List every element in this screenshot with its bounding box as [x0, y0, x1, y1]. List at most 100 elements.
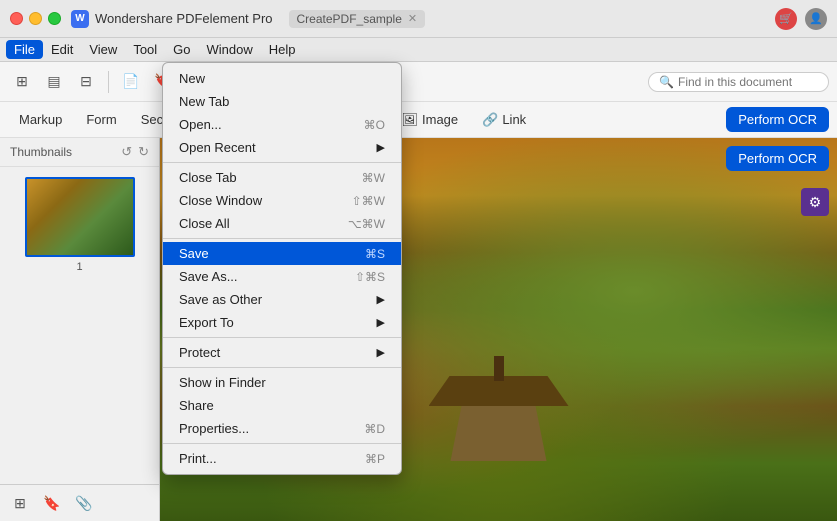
- sidebar-controls: ↺ ↻: [121, 144, 149, 160]
- menu-item-shortcut: ⌘D: [364, 422, 385, 436]
- sidebar-title: Thumbnails: [10, 145, 72, 159]
- sidebar-tool-3[interactable]: 📎: [70, 489, 98, 517]
- menu-item-shortcut: ⌘W: [362, 171, 385, 185]
- menu-item-close-tab[interactable]: Close Tab⌘W: [163, 166, 401, 189]
- traffic-lights: [10, 12, 61, 25]
- menu-tool[interactable]: Tool: [125, 40, 165, 59]
- menu-item-new[interactable]: New: [163, 67, 401, 90]
- main-content: Thumbnails ↺ ↻ 1 ⊞ 🔖 📎: [0, 138, 837, 521]
- link-icon: 🔗: [482, 112, 498, 128]
- layout-view-icon[interactable]: ▤: [40, 68, 68, 96]
- sidebar-redo-icon[interactable]: ↻: [138, 144, 149, 160]
- toolbar-main: ⊞ ▤ ⊟ 📄 🔖 67% ▼ 🔍: [0, 62, 837, 102]
- perform-ocr-button[interactable]: Perform OCR: [726, 107, 829, 132]
- menu-separator: [163, 337, 401, 338]
- menu-item-save-as-other[interactable]: Save as Other ▶: [163, 288, 401, 311]
- menu-item-share[interactable]: Share: [163, 394, 401, 417]
- tab-close-button[interactable]: ✕: [408, 12, 417, 25]
- submenu-arrow-icon: ▶: [377, 293, 385, 306]
- perform-ocr-button-2[interactable]: Perform OCR: [726, 146, 829, 171]
- tab-name: CreatePDF_sample: [297, 12, 402, 26]
- menu-item-shortcut: ⌘P: [365, 452, 385, 466]
- menu-item-print[interactable]: Print... ⌘P: [163, 447, 401, 470]
- minimize-button[interactable]: [29, 12, 42, 25]
- form-tab[interactable]: Form: [75, 107, 127, 132]
- menu-item-label: Save as Other: [179, 292, 262, 307]
- menu-window[interactable]: Window: [199, 40, 261, 59]
- menu-item-label: Close Window: [179, 193, 262, 208]
- toolbar1-right: 🔍: [648, 72, 829, 92]
- markup-tab[interactable]: Markup: [8, 107, 73, 132]
- menu-item-label: Properties...: [179, 421, 249, 436]
- menu-item-label: Save As...: [179, 269, 238, 284]
- menu-item-save-as[interactable]: Save As... ⇧⌘S: [163, 265, 401, 288]
- app-title: Wondershare PDFelement Pro: [95, 11, 273, 26]
- submenu-arrow-icon: ▶: [377, 346, 385, 359]
- titlebar-profile-icon[interactable]: 👤: [805, 8, 827, 30]
- thumbnail-image: [27, 179, 133, 255]
- link-btn[interactable]: 🔗 Link: [471, 107, 537, 133]
- menu-item-open-recent[interactable]: Open Recent ▶: [163, 136, 401, 159]
- menu-item-label: Close All: [179, 216, 230, 231]
- menu-item-show-in-finder[interactable]: Show in Finder: [163, 371, 401, 394]
- sidebar-tool-1[interactable]: ⊞: [6, 489, 34, 517]
- titlebar-right: 🛒 👤: [775, 8, 827, 30]
- menu-item-properties[interactable]: Properties... ⌘D: [163, 417, 401, 440]
- menu-item-open[interactable]: Open... ⌘O: [163, 113, 401, 136]
- side-panel-icon[interactable]: ⚙: [801, 188, 829, 216]
- search-icon: 🔍: [659, 75, 674, 89]
- menu-item-close-all[interactable]: Close All ⌥⌘W: [163, 212, 401, 235]
- grid-view-icon[interactable]: ⊞: [8, 68, 36, 96]
- menu-item-new-tab[interactable]: New Tab: [163, 90, 401, 113]
- menu-item-shortcut: ⌥⌘W: [348, 217, 385, 231]
- menu-item-label: Show in Finder: [179, 375, 266, 390]
- ocr-button-overlay: Perform OCR: [726, 146, 829, 171]
- menu-item-label: New: [179, 71, 205, 86]
- menu-item-close-window[interactable]: Close Window⇧⌘W: [163, 189, 401, 212]
- menu-item-label: Open...: [179, 117, 222, 132]
- search-input[interactable]: [678, 75, 818, 89]
- search-box[interactable]: 🔍: [648, 72, 829, 92]
- app-icon: W: [71, 10, 89, 28]
- sidebar-bottom-tools: ⊞ 🔖 📎: [0, 484, 159, 521]
- page-number-1: 1: [76, 261, 82, 273]
- thumbnail-1[interactable]: [25, 177, 135, 257]
- submenu-arrow-icon: ▶: [377, 141, 385, 154]
- titlebar: W Wondershare PDFelement Pro CreatePDF_s…: [0, 0, 837, 38]
- image-icon: 🖼: [401, 112, 418, 128]
- menu-item-label: Share: [179, 398, 214, 413]
- menu-item-label: Protect: [179, 345, 220, 360]
- menu-item-protect[interactable]: Protect ▶: [163, 341, 401, 364]
- image-btn[interactable]: 🖼 Image: [390, 107, 469, 133]
- sidebar-tool-2[interactable]: 🔖: [38, 489, 66, 517]
- panel-view-icon[interactable]: ⊟: [72, 68, 100, 96]
- sidebar-content: 1: [0, 167, 159, 484]
- menu-item-label: Print...: [179, 451, 217, 466]
- menu-item-save[interactable]: Save⌘S: [163, 242, 401, 265]
- menu-help[interactable]: Help: [261, 40, 304, 59]
- submenu-arrow-icon: ▶: [377, 316, 385, 329]
- menubar: File Edit View Tool Go Window Help: [0, 38, 837, 62]
- pages-icon[interactable]: 📄: [117, 68, 145, 96]
- file-dropdown-menu[interactable]: New New Tab Open... ⌘O Open Recent ▶ Close Tab…: [162, 62, 402, 475]
- menu-separator: [163, 367, 401, 368]
- sidebar-header: Thumbnails ↺ ↻: [0, 138, 159, 167]
- menu-item-shortcut: ⇧⌘S: [355, 270, 385, 284]
- menu-item-shortcut: ⌘O: [364, 118, 385, 132]
- menu-separator: [163, 443, 401, 444]
- toolbar-secondary: Markup Form Security Tool Batch ▼ T Text…: [0, 102, 837, 138]
- close-button[interactable]: [10, 12, 23, 25]
- menu-item-export-to[interactable]: Export To▶: [163, 311, 401, 334]
- sidebar-undo-icon[interactable]: ↺: [121, 144, 132, 160]
- menu-item-label: Save: [179, 246, 209, 261]
- titlebar-user-icon[interactable]: 🛒: [775, 8, 797, 30]
- sidebar: Thumbnails ↺ ↻ 1 ⊞ 🔖 📎: [0, 138, 160, 521]
- menu-go[interactable]: Go: [165, 40, 198, 59]
- menu-item-label: Open Recent: [179, 140, 256, 155]
- tab-area: CreatePDF_sample ✕: [289, 10, 426, 28]
- fullscreen-button[interactable]: [48, 12, 61, 25]
- menu-separator: [163, 238, 401, 239]
- menu-edit[interactable]: Edit: [43, 40, 81, 59]
- menu-view[interactable]: View: [81, 40, 125, 59]
- menu-file[interactable]: File: [6, 40, 43, 59]
